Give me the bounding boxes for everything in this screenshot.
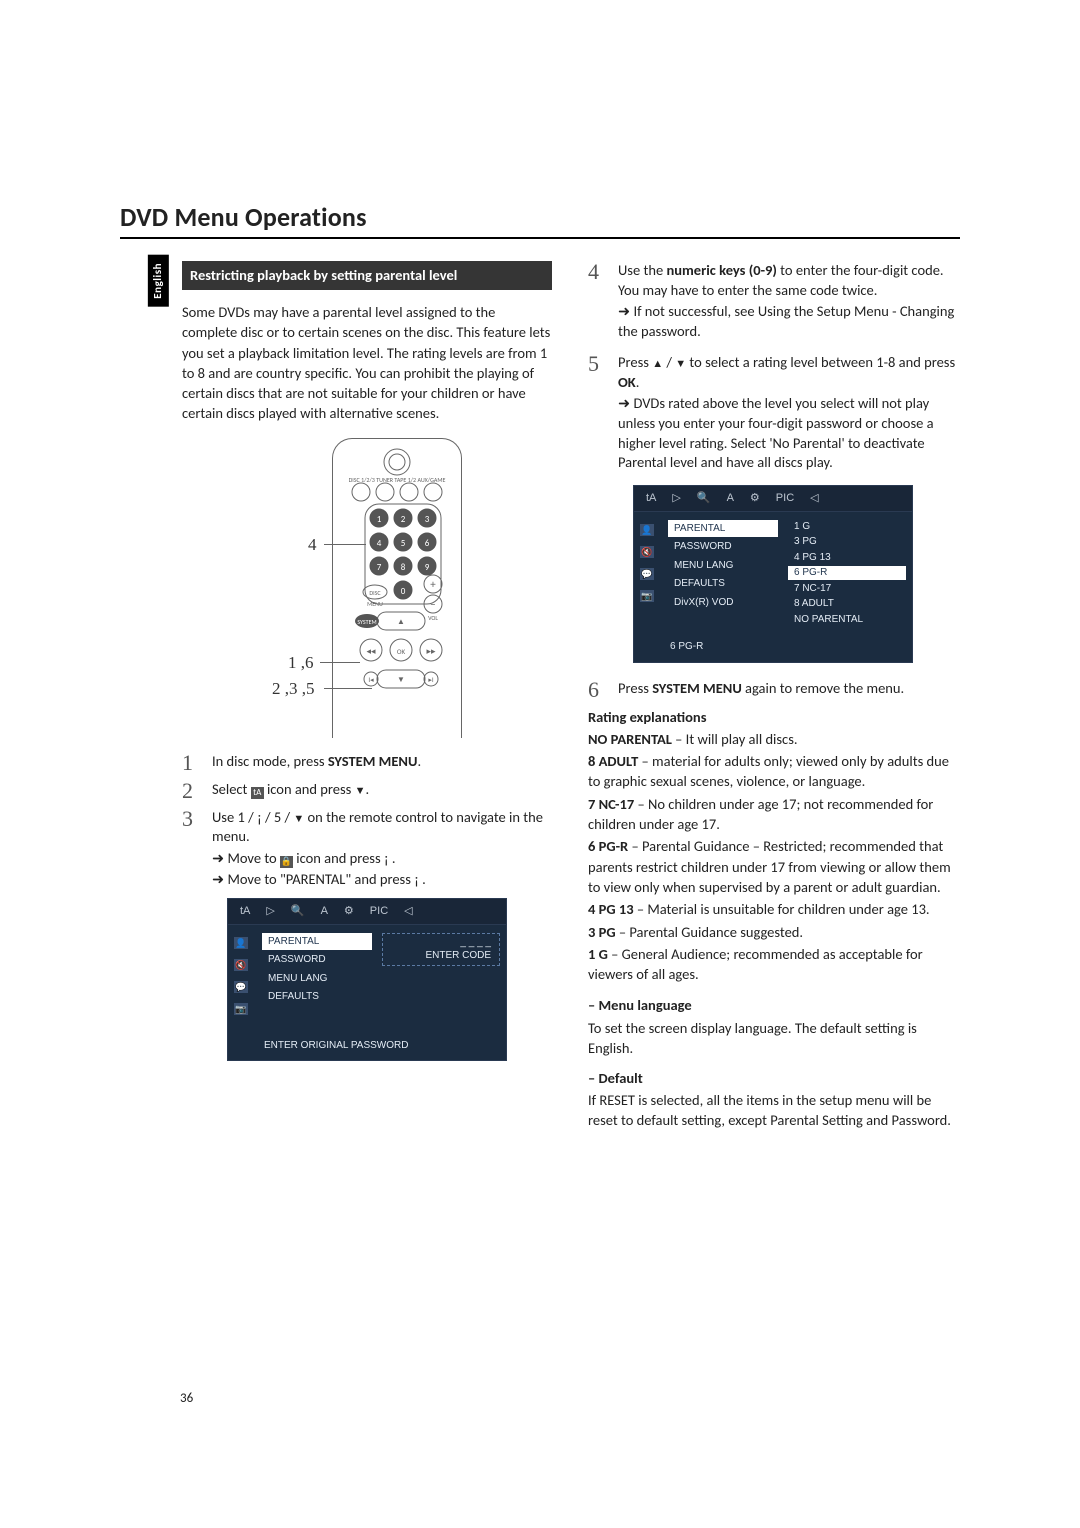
intro-paragraph: Some DVDs may have a parental level assi… — [182, 302, 552, 424]
osd-enter-password: tA▷🔍A⚙PIC◁ 👤🔇💬📷 PARENTAL PASSWORD MENU L… — [227, 898, 507, 1061]
osd-rating-option: 6 PG-R — [788, 566, 906, 580]
callout-1-6: 1 ,6 — [288, 652, 314, 675]
page-number: 36 — [180, 1390, 193, 1408]
language-tab: English — [148, 255, 169, 307]
osd-rating-option: 4 PG 13 — [788, 551, 906, 565]
menu-language-heading: – Menu language — [588, 996, 958, 1016]
callout-2-3-5: 2 ,3 ,5 — [272, 678, 315, 701]
lock-icon: 🔒 — [280, 856, 293, 868]
title-rule — [120, 237, 960, 239]
steps-left: 1 In disc mode, press SYSTEM MENU. 2 Sel… — [182, 752, 552, 892]
person-icon: tA — [251, 787, 264, 799]
svg-text:+: + — [430, 578, 436, 591]
osd-person-icon: 👤 — [234, 937, 248, 949]
svg-text:5: 5 — [401, 538, 406, 549]
svg-text:VOL: VOL — [428, 614, 438, 622]
svg-text:SYSTEM: SYSTEM — [357, 618, 376, 626]
svg-text:▸I: ▸I — [428, 675, 434, 684]
svg-text:−: − — [430, 598, 435, 611]
svg-text:9: 9 — [425, 562, 430, 573]
osd-rating-option: 7 NC-17 — [788, 582, 906, 596]
callout-4: 4 — [308, 534, 317, 557]
svg-text:DISC: DISC — [369, 589, 381, 597]
osd-rating-option: 8 ADULT — [788, 597, 906, 611]
rating-explanations: Rating explanations NO PARENTAL – It wil… — [588, 707, 958, 985]
step-2: 2 Select tA icon and press . — [182, 780, 552, 802]
default-heading: – Default — [588, 1069, 958, 1089]
svg-text:0: 0 — [401, 586, 406, 597]
step-3: 3 Use 1 / ¡ / 5 / on the remote control … — [182, 808, 552, 892]
step-1: 1 In disc mode, press SYSTEM MENU. — [182, 752, 552, 774]
svg-text:▼: ▼ — [397, 675, 405, 685]
svg-text:I◂: I◂ — [368, 675, 374, 684]
osd-topbar: tA▷🔍A⚙PIC◁ — [634, 486, 912, 512]
svg-text:6: 6 — [425, 538, 430, 549]
osd-rating-option: NO PARENTAL — [788, 613, 906, 627]
osd-topbar: tA▷🔍A⚙PIC◁ — [228, 899, 506, 925]
step-5: 5 Press / to select a rating level betwe… — [588, 353, 958, 474]
step-6: 6 Press SYSTEM MENU again to remove the … — [588, 679, 958, 701]
svg-text:▸▸: ▸▸ — [426, 646, 436, 657]
step-4: 4 Use the numeric keys (0-9) to enter th… — [588, 261, 958, 343]
svg-text:3: 3 — [425, 514, 430, 525]
svg-text:2: 2 — [401, 514, 406, 525]
page-title: DVD Menu Operations — [120, 200, 960, 235]
svg-text:◂◂: ◂◂ — [366, 646, 376, 657]
section-heading: Restricting playback by setting parental… — [182, 261, 552, 290]
osd-chat-icon: 💬 — [234, 981, 248, 993]
steps-right-upper: 4 Use the numeric keys (0-9) to enter th… — [588, 261, 958, 475]
svg-text:8: 8 — [401, 562, 406, 573]
svg-text:1: 1 — [377, 514, 382, 525]
svg-text:▲: ▲ — [397, 617, 405, 627]
manual-page: English DVD Menu Operations Restricting … — [0, 0, 1080, 1528]
osd-camera-icon: 📷 — [234, 1003, 248, 1015]
svg-text:OK: OK — [397, 647, 406, 656]
remote-illustration: 4 1 ,6 2 ,3 ,5 DISC 1/2/3 TUNER TAPE 1/2… — [272, 438, 462, 738]
down-arrow-icon — [355, 780, 366, 798]
default-body: If RESET is selected, all the items in t… — [588, 1090, 958, 1131]
right-column: 4 Use the numeric keys (0-9) to enter th… — [588, 261, 958, 1145]
left-column: Restricting playback by setting parental… — [182, 261, 552, 1145]
remote-svg: DISC 1/2/3 TUNER TAPE 1/2 AUX/GAME 1 2 3… — [337, 444, 457, 738]
svg-text:4: 4 — [377, 538, 382, 549]
osd-speaker-icon: 🔇 — [234, 959, 248, 971]
osd-rating-option: 3 PG — [788, 535, 906, 549]
osd-rating-select: tA▷🔍A⚙PIC◁ 👤🔇💬📷 PARENTAL PASSWORD MENU L… — [633, 485, 913, 663]
svg-text:7: 7 — [377, 562, 382, 573]
menu-language-body: To set the screen display language. The … — [588, 1018, 958, 1059]
osd-rating-option: 1 G — [788, 520, 906, 534]
